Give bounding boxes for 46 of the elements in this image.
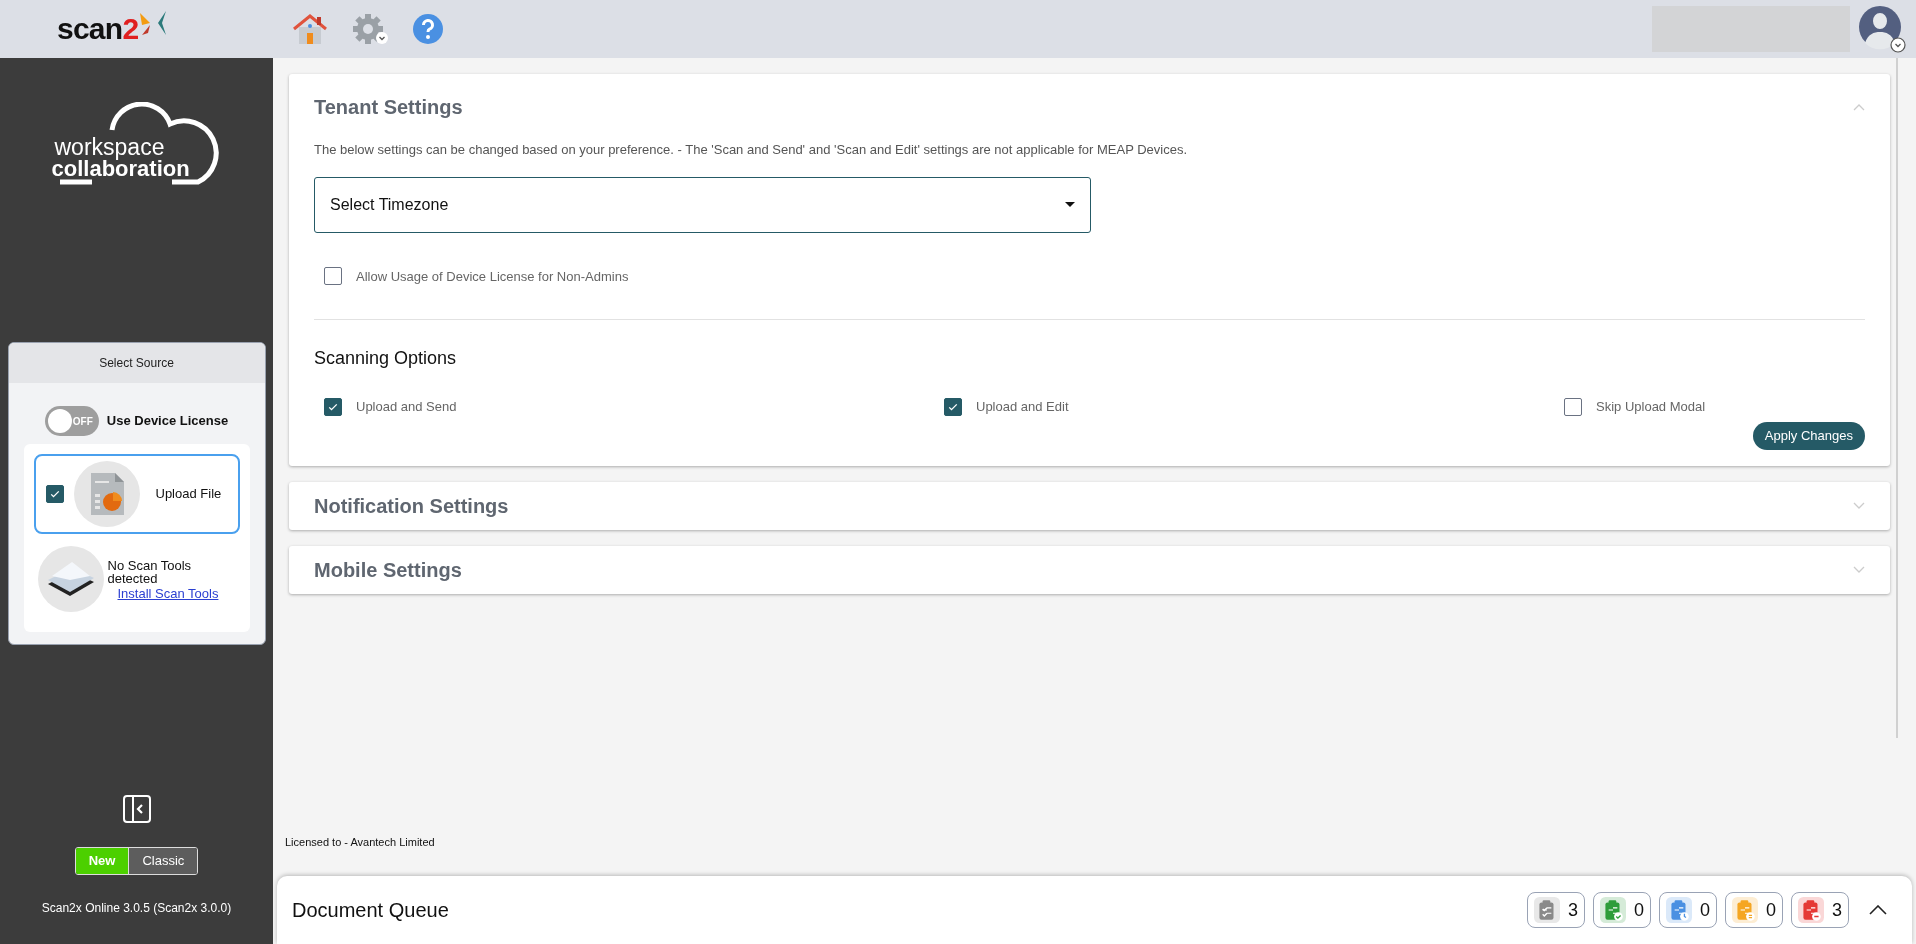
home-icon[interactable] xyxy=(292,13,328,45)
description-text: The below settings can be changed based on your preference. - The 'Scan and Send' and 'Scan and Edit' settings are not applicable for MEAP Devices. xyxy=(314,141,1189,159)
queue-counter[interactable]: 0 xyxy=(1658,892,1717,928)
version-text: Scan2x Online 3.0.5 (Scan2x 3.0.0) xyxy=(41,900,232,917)
expand-up-icon[interactable] xyxy=(1869,905,1887,915)
scanner-icon xyxy=(37,546,104,612)
status-message: No Scan Tools detected xyxy=(107,558,193,585)
section-header[interactable]: Mobile Settings xyxy=(289,545,1890,594)
dropdown-caret-icon xyxy=(1065,202,1075,207)
checkbox[interactable] xyxy=(324,267,342,286)
document-chart-icon xyxy=(73,461,140,527)
checkbox[interactable] xyxy=(944,397,962,416)
panel-title: Select Source xyxy=(8,343,265,383)
chevron-down-icon xyxy=(1853,501,1865,510)
checkbox[interactable] xyxy=(1564,397,1582,416)
queue-counter[interactable]: 0 xyxy=(1724,892,1783,928)
collapse-sidebar-icon[interactable] xyxy=(122,795,151,823)
help-icon[interactable] xyxy=(412,13,444,45)
checkmark-icon xyxy=(48,488,61,500)
source-label: Upload File xyxy=(155,485,222,504)
option-label: Allow Usage of Device License for Non-Admins xyxy=(356,267,629,286)
option-label: Upload and Edit xyxy=(976,398,1069,416)
settings-icon[interactable] xyxy=(350,11,390,47)
install-link[interactable]: Install Scan Tools xyxy=(117,586,219,600)
app-logo: scan2 xyxy=(57,9,212,49)
mode-tab[interactable]: Classic xyxy=(128,848,198,874)
section-header[interactable]: Tenant Settings xyxy=(289,74,1890,122)
brand-logo: workspace collaboration xyxy=(51,102,222,202)
timezone-select[interactable]: Select Timezone xyxy=(314,176,1091,233)
avatar-icon[interactable] xyxy=(1858,3,1908,55)
apply-button[interactable]: Apply Changes xyxy=(1752,421,1865,450)
chevron-down-icon xyxy=(1853,565,1865,574)
queue-title: Document Queue xyxy=(292,898,450,923)
checkbox[interactable] xyxy=(324,397,342,416)
subsection-title: Scanning Options xyxy=(314,347,458,370)
queue-counter[interactable]: 3 xyxy=(1526,892,1585,928)
chevron-up-icon xyxy=(1853,103,1865,111)
option-label: Skip Upload Modal xyxy=(1596,398,1706,416)
checkbox[interactable] xyxy=(45,485,64,503)
option-label: Upload and Send xyxy=(356,398,457,416)
toggle-label: Use Device License xyxy=(106,412,229,431)
section-header[interactable]: Notification Settings xyxy=(289,481,1890,530)
license-text: Licensed to - Avantech Limited xyxy=(285,834,436,850)
queue-counter[interactable]: 3 xyxy=(1791,892,1849,928)
source-option[interactable]: Upload File xyxy=(33,454,240,534)
queue-counter[interactable]: 0 xyxy=(1592,892,1651,928)
